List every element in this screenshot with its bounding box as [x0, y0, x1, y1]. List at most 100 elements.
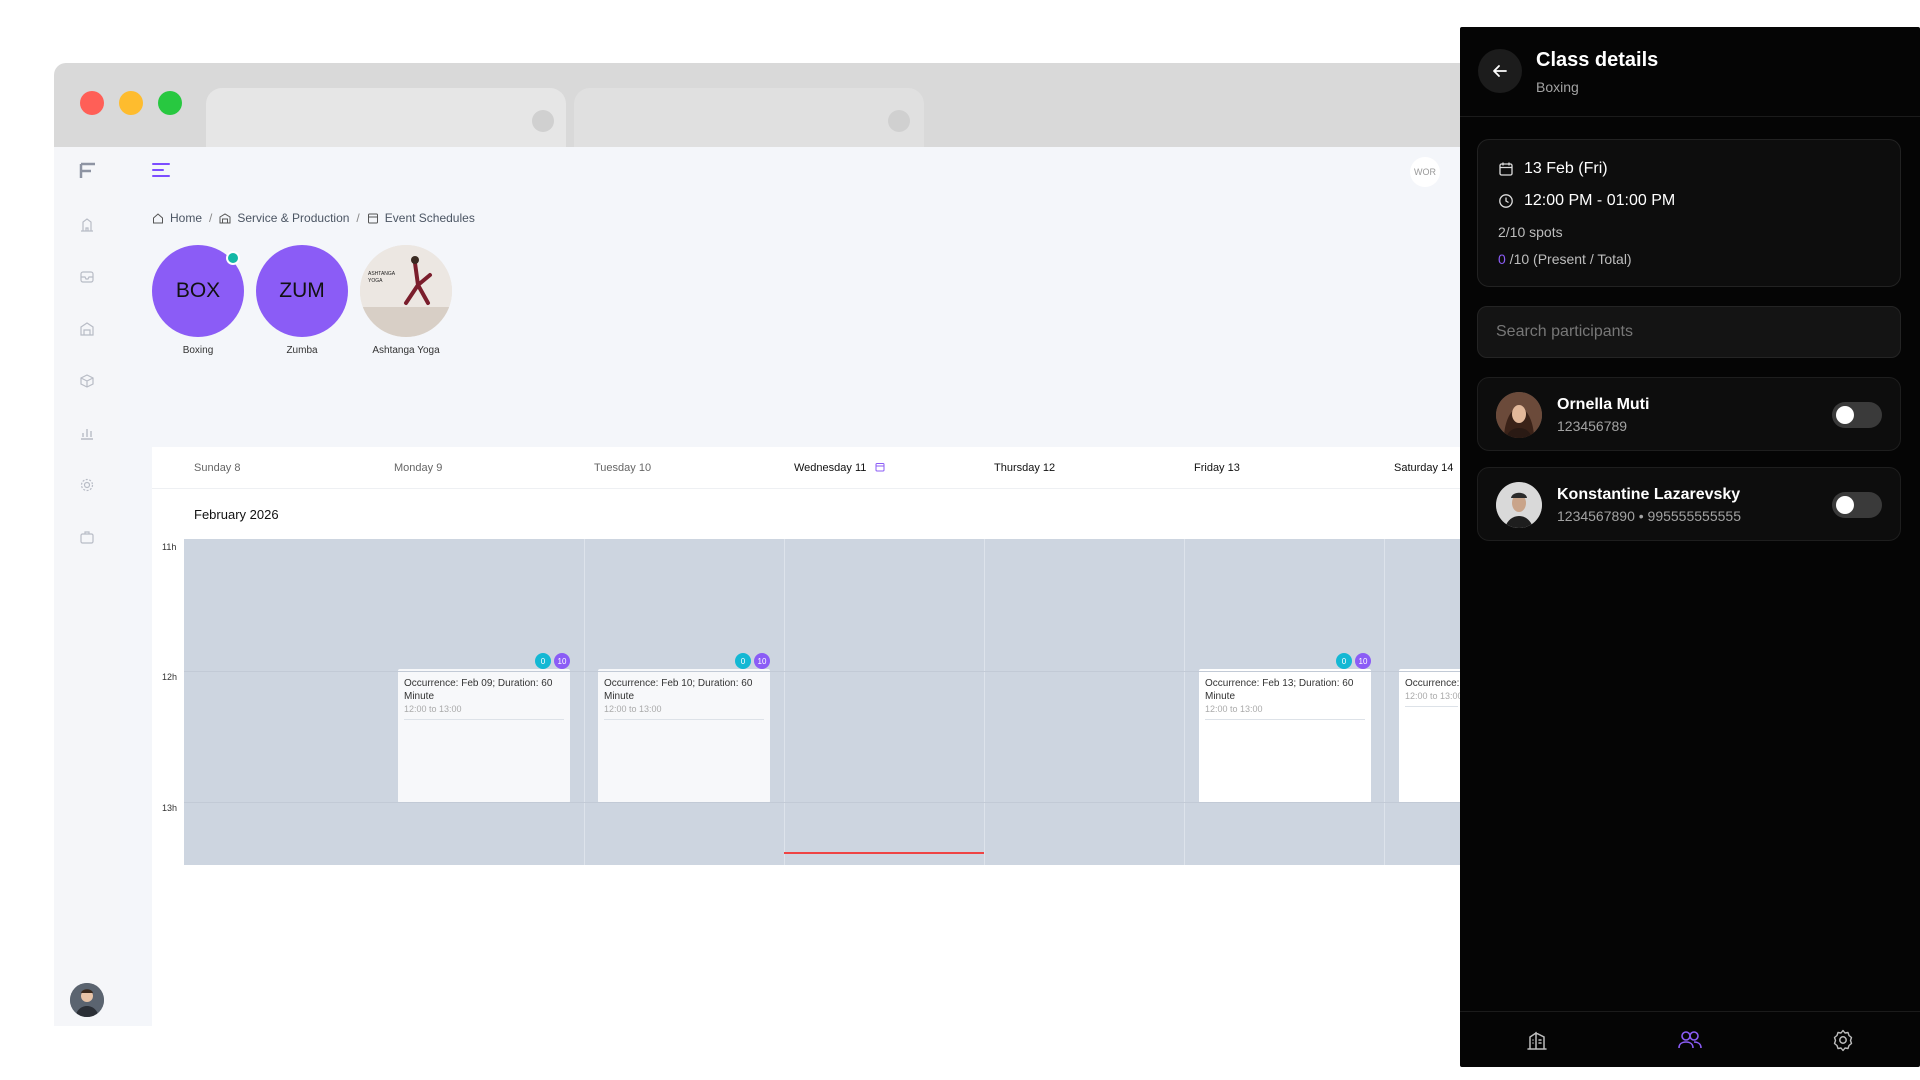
menu-toggle-icon[interactable] [152, 163, 170, 177]
nav-settings[interactable] [1813, 1018, 1873, 1062]
class-item-zumba[interactable]: ZUM Zumba [256, 245, 348, 356]
column-divider [1184, 539, 1185, 865]
attendance-toggle[interactable] [1832, 492, 1882, 518]
event-time: 12:00 to 13:00 [1205, 704, 1365, 720]
class-label: Boxing [182, 345, 214, 356]
class-date: 13 Feb (Fri) [1524, 160, 1608, 177]
back-button[interactable] [1478, 49, 1522, 93]
attendance-summary: 0 /10 (Present / Total) [1498, 251, 1632, 267]
class-item-boxing[interactable]: BOX Boxing [152, 245, 244, 356]
event-card[interactable]: 0 10 Occurrence: Feb 13; Duration: 60 Mi… [1199, 653, 1371, 803]
panel-header: Class details Boxing [1460, 27, 1920, 117]
breadcrumb-separator: / [356, 211, 360, 225]
event-title: Occurrence: Feb 14; Duration: 60 Minute [1405, 678, 1464, 689]
browser-tab[interactable] [574, 88, 924, 148]
participant-row[interactable]: Konstantine Lazarevsky 1234567890 • 9955… [1477, 467, 1901, 541]
warehouse-icon[interactable] [79, 321, 95, 337]
tab-close-icon[interactable] [888, 110, 910, 132]
panel-bottom-nav [1460, 1011, 1920, 1067]
hour-label: 12h [162, 672, 178, 682]
column-divider [784, 539, 785, 865]
settings-icon[interactable] [79, 477, 95, 493]
breadcrumb-section[interactable]: Service & Production [237, 211, 349, 225]
inbox-icon[interactable] [79, 269, 95, 285]
event-card[interactable]: 0 10 Occurrence: Feb 10; Duration: 60 Mi… [598, 653, 770, 803]
day-header[interactable]: Sunday 8 [194, 462, 240, 474]
participant-name: Ornella Muti [1557, 396, 1650, 413]
event-time: 12:00 to 13:00 [1405, 691, 1463, 707]
month-label: February 2026 [194, 507, 279, 522]
event-title: Occurrence: Feb 13; Duration: 60 Minute [1205, 678, 1354, 702]
nav-building[interactable] [1507, 1018, 1567, 1062]
box-icon[interactable] [79, 373, 95, 389]
class-avatar: BOX [152, 245, 244, 337]
day-header[interactable]: Tuesday 10 [594, 462, 651, 474]
class-image: ASHTANGA YOGA [360, 245, 452, 337]
workspace-badge[interactable]: WOR [1410, 157, 1440, 187]
day-header[interactable]: Saturday 14 [1394, 462, 1453, 474]
day-label: Wednesday 11 [794, 462, 867, 474]
event-card[interactable]: Occurrence: Feb 14; Duration: 60 Minute … [1399, 669, 1464, 803]
attendance-toggle[interactable] [1832, 402, 1882, 428]
breadcrumb-home[interactable]: Home [170, 211, 202, 225]
panel-title: Class details [1536, 49, 1659, 71]
warehouse-icon [219, 213, 231, 224]
active-indicator [226, 251, 240, 265]
close-window-button[interactable] [80, 91, 104, 115]
browser-tab-active[interactable] [206, 88, 566, 148]
app-sidebar [54, 147, 120, 1026]
app-logo-icon[interactable] [78, 161, 98, 181]
event-card[interactable]: 0 10 Occurrence: Feb 09; Duration: 60 Mi… [398, 653, 570, 803]
class-label: Ashtanga Yoga [372, 345, 440, 356]
class-details-panel: Class details Boxing 13 Feb (Fri) 12:00 … [1460, 27, 1920, 1067]
chart-icon[interactable] [79, 425, 95, 441]
event-time: 12:00 to 13:00 [604, 704, 764, 720]
calendar-icon [367, 213, 378, 224]
participant-phone: 1234567890 • 995555555555 [1557, 508, 1741, 524]
search-participants-input[interactable] [1477, 306, 1901, 358]
hour-label: 13h [162, 803, 178, 813]
participant-phone: 123456789 [1557, 418, 1628, 434]
yoga-photo-icon: ASHTANGA YOGA [360, 245, 452, 337]
attendance-badges: 0 10 [735, 653, 770, 669]
minimize-window-button[interactable] [119, 91, 143, 115]
column-divider [1384, 539, 1385, 865]
clock-icon [1499, 194, 1513, 208]
browser-window: WOR Home / Service & Production / Event … [54, 63, 1464, 1026]
present-count-badge: 0 [735, 653, 751, 669]
class-selector: BOX Boxing ZUM Zumba ASHTANGA YOGA Ashta… [152, 245, 452, 356]
time-grid: 0 10 Occurrence: Feb 09; Duration: 60 Mi… [184, 539, 1464, 865]
briefcase-icon[interactable] [79, 529, 95, 545]
nav-participants[interactable] [1660, 1018, 1720, 1062]
event-time: 12:00 to 13:00 [404, 704, 564, 720]
total-count-badge: 10 [1355, 653, 1371, 669]
class-avatar: ZUM [256, 245, 348, 337]
current-time-indicator [784, 852, 984, 854]
attendance-badges: 0 10 [1336, 653, 1371, 669]
class-item-ashtanga-yoga[interactable]: ASHTANGA YOGA Ashtanga Yoga [360, 245, 452, 356]
day-header[interactable]: Monday 9 [394, 462, 442, 474]
hour-line [184, 671, 1464, 672]
participant-avatar [1496, 392, 1542, 438]
maximize-window-button[interactable] [158, 91, 182, 115]
calendar-icon [1499, 162, 1513, 176]
building-icon[interactable] [79, 217, 95, 233]
week-header: Sunday 8 Monday 9 Tuesday 10 Wednesday 1… [152, 447, 1464, 489]
breadcrumb: Home / Service & Production / Event Sche… [152, 211, 475, 225]
building-icon [1526, 1031, 1547, 1050]
breadcrumb-separator: / [209, 211, 213, 225]
tab-close-icon[interactable] [532, 110, 554, 132]
class-time: 12:00 PM - 01:00 PM [1524, 192, 1676, 209]
time-row: 12:00 PM - 01:00 PM [1498, 192, 1675, 210]
participant-row[interactable]: Ornella Muti 123456789 [1477, 377, 1901, 451]
present-count-badge: 0 [1336, 653, 1352, 669]
user-avatar[interactable] [70, 983, 104, 1017]
participant-avatar [1496, 482, 1542, 528]
schedule-calendar: Sunday 8 Monday 9 Tuesday 10 Wednesday 1… [152, 447, 1464, 1026]
breadcrumb-page: Event Schedules [384, 211, 475, 225]
day-header[interactable]: Thursday 12 [994, 462, 1055, 474]
svg-text:ASHTANGA: ASHTANGA [368, 271, 396, 277]
users-icon [1678, 1030, 1702, 1048]
day-header-today[interactable]: Wednesday 11 [794, 462, 885, 474]
day-header[interactable]: Friday 13 [1194, 462, 1240, 474]
